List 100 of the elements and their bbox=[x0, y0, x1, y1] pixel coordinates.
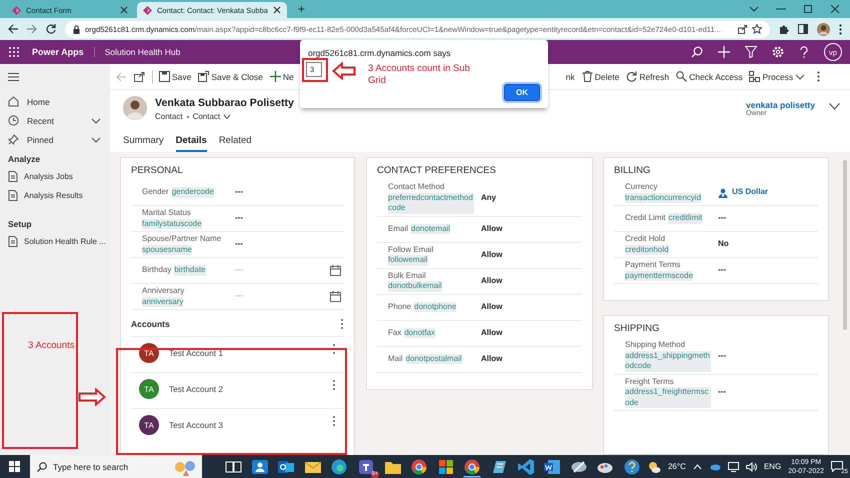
account-avatar: TA bbox=[139, 379, 159, 399]
calendar-icon[interactable] bbox=[330, 291, 341, 302]
nav-item[interactable]: Pinned bbox=[0, 130, 110, 149]
more-icon[interactable] bbox=[332, 379, 336, 391]
weather-temperature: 26°C bbox=[668, 462, 686, 471]
volume-icon[interactable] bbox=[746, 462, 757, 472]
nav-item[interactable]: Analysis Jobs bbox=[0, 167, 110, 186]
search-icon[interactable] bbox=[691, 46, 703, 58]
browser-icon[interactable] bbox=[330, 458, 348, 476]
app-name[interactable]: Power Apps bbox=[32, 47, 95, 57]
chevron-down-icon[interactable] bbox=[829, 103, 840, 110]
close-icon[interactable] bbox=[272, 6, 281, 14]
more-icon[interactable] bbox=[332, 415, 336, 427]
field-label: Anniversary bbox=[142, 286, 184, 296]
close-icon[interactable] bbox=[120, 6, 128, 14]
display-icon[interactable] bbox=[728, 462, 739, 472]
account-avatar: TA bbox=[139, 343, 159, 363]
toolbar-button[interactable]: Delete bbox=[578, 66, 622, 86]
form-tab[interactable]: Related bbox=[218, 132, 252, 152]
settings-icon[interactable] bbox=[772, 46, 784, 58]
field-name: creditlimit bbox=[668, 213, 702, 224]
account-name[interactable]: Test Account 2 bbox=[169, 379, 223, 399]
help-app-icon[interactable] bbox=[622, 458, 641, 476]
taskbar-search[interactable]: Type here to search bbox=[30, 455, 202, 478]
field-name: donotfax bbox=[404, 328, 436, 338]
section-title: BILLING bbox=[614, 165, 652, 176]
code-editor-icon[interactable] bbox=[516, 458, 535, 476]
field-value: Allow bbox=[481, 328, 504, 338]
reload-icon[interactable] bbox=[46, 24, 56, 34]
forward-arrow-icon[interactable] bbox=[27, 24, 37, 34]
field-label: Freight Terms bbox=[625, 376, 674, 387]
field-name: donotpostalmail bbox=[406, 354, 462, 364]
menu-dots-icon[interactable] bbox=[839, 24, 842, 34]
toolbar-button[interactable]: Refresh bbox=[623, 66, 672, 86]
plus-icon[interactable] bbox=[718, 46, 730, 58]
annotation-text: 3 Accounts bbox=[28, 340, 74, 352]
field-name: gendercode bbox=[172, 187, 214, 198]
profile-avatar-icon[interactable] bbox=[817, 22, 830, 36]
owner-link[interactable]: venkata polisetty bbox=[746, 100, 815, 110]
currency-link[interactable]: US Dollar bbox=[718, 187, 797, 198]
chevron-down-icon bbox=[795, 72, 806, 80]
side-panel-icon[interactable] bbox=[798, 24, 808, 34]
toolbar-button[interactable]: Save & Close bbox=[195, 66, 266, 86]
field-label: Spouse/Partner Name bbox=[142, 234, 222, 244]
field-label: Payment Terms bbox=[625, 260, 680, 270]
toolbar-button[interactable]: Check Access bbox=[673, 66, 746, 86]
toolbar-button[interactable]: Ne bbox=[266, 66, 297, 86]
toolbar-button[interactable]: nk bbox=[562, 66, 578, 86]
tiles-icon[interactable] bbox=[436, 458, 455, 476]
more-icon[interactable] bbox=[817, 71, 820, 82]
scrollbar[interactable] bbox=[843, 160, 847, 330]
help-icon[interactable] bbox=[799, 46, 809, 58]
form-tab[interactable]: Summary bbox=[123, 132, 164, 152]
account-name[interactable]: Test Account 1 bbox=[169, 343, 223, 363]
nav-item[interactable]: Recent bbox=[0, 111, 110, 130]
close-icon[interactable] bbox=[830, 5, 840, 13]
nav-item[interactable]: Analysis Results bbox=[0, 186, 110, 205]
windows-start-icon[interactable] bbox=[9, 461, 20, 472]
save-icon bbox=[159, 71, 170, 82]
maximize-icon[interactable] bbox=[803, 5, 813, 13]
account-name[interactable]: Test Account 3 bbox=[169, 415, 223, 435]
ok-button[interactable]: OK bbox=[504, 84, 540, 101]
star-icon[interactable] bbox=[752, 24, 762, 34]
chevron-down-icon bbox=[223, 114, 232, 120]
nav-item[interactable]: Solution Health Rule ... bbox=[0, 232, 110, 251]
browser-icon[interactable] bbox=[463, 458, 482, 476]
chevron-down-icon[interactable] bbox=[749, 5, 759, 13]
chevron-up-icon[interactable] bbox=[692, 464, 702, 470]
toolbar-button[interactable]: Process bbox=[746, 66, 808, 86]
lock-icon bbox=[73, 24, 80, 34]
nav-item[interactable]: Home bbox=[0, 92, 110, 111]
browser-icon[interactable] bbox=[410, 458, 428, 476]
menu-icon[interactable] bbox=[8, 73, 19, 81]
input-language[interactable]: ENG bbox=[764, 462, 782, 471]
filter-icon[interactable] bbox=[745, 46, 757, 58]
field-label: Follow Email bbox=[388, 244, 434, 255]
people-icon[interactable] bbox=[250, 458, 269, 476]
toolbar-button[interactable]: Save bbox=[156, 66, 194, 86]
chevron-down-icon bbox=[91, 136, 101, 144]
pop-out-icon[interactable] bbox=[134, 72, 145, 82]
section-title: CONTACT PREFERENCES bbox=[377, 165, 497, 176]
form-selector[interactable]: Contact bbox=[192, 112, 232, 121]
annotation-text: 3 Accounts count in Sub Grid bbox=[368, 63, 471, 87]
field-value: Any bbox=[481, 192, 498, 203]
new-tab-button[interactable]: + bbox=[290, 2, 313, 16]
cloud-icon[interactable] bbox=[708, 462, 721, 471]
puzzle-icon[interactable] bbox=[779, 24, 789, 34]
document-app-icon[interactable] bbox=[543, 458, 562, 476]
weather-icon bbox=[646, 460, 661, 474]
field-name: creditonhold bbox=[625, 244, 669, 255]
field-value: Allow bbox=[481, 224, 504, 234]
calendar-icon[interactable] bbox=[330, 265, 341, 276]
field-name: donotphone bbox=[414, 302, 456, 312]
more-icon[interactable] bbox=[340, 318, 344, 330]
more-icon[interactable] bbox=[332, 343, 336, 355]
back-arrow-icon[interactable] bbox=[8, 24, 18, 34]
share-icon[interactable] bbox=[738, 24, 747, 34]
field-value: --- bbox=[718, 213, 727, 224]
field-label: Fax bbox=[388, 328, 402, 338]
app-launcher-icon[interactable] bbox=[8, 46, 20, 58]
